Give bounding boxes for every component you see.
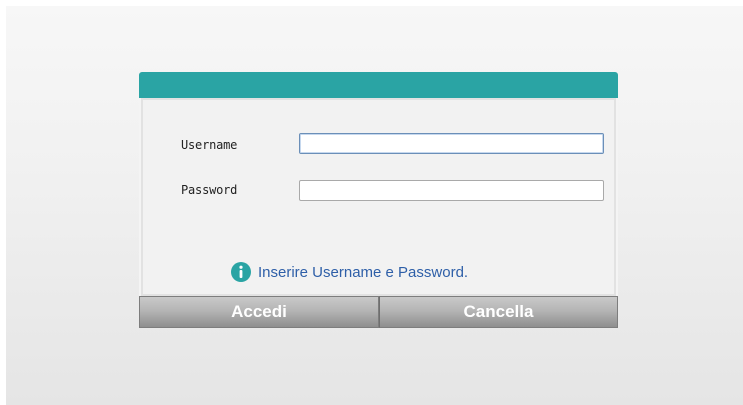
cancel-button[interactable]: Cancella [379, 296, 618, 328]
login-dialog: Username Password Inserire Username e Pa… [139, 72, 618, 328]
password-field[interactable] [299, 180, 604, 201]
username-label: Username [181, 138, 238, 152]
login-button[interactable]: Accedi [139, 296, 379, 328]
dialog-header-bar [139, 72, 618, 98]
login-form: Username Password Inserire Username e Pa… [143, 100, 614, 294]
hint-text: Inserire Username e Password. [258, 263, 469, 281]
dialog-body: Username Password Inserire Username e Pa… [139, 98, 618, 296]
info-icon [231, 262, 251, 282]
button-bar: Accedi Cancella [139, 296, 618, 328]
hint-message: Inserire Username e Password. [231, 261, 468, 283]
username-field[interactable] [299, 133, 604, 154]
password-label: Password [181, 183, 238, 197]
